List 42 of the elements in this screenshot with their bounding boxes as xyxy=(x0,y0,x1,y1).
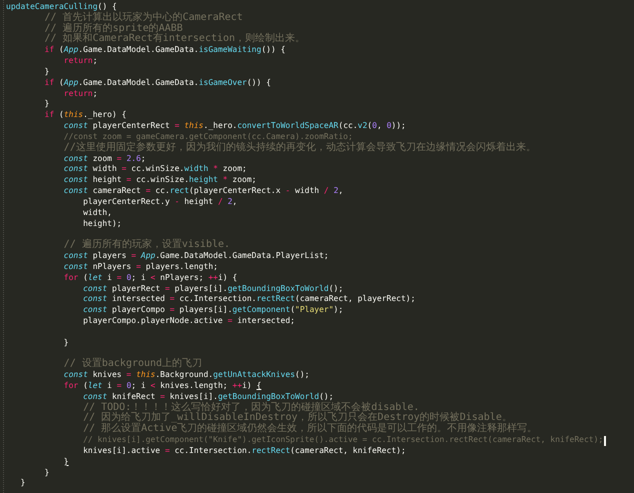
code-line: if (App.Game.DataModel.GameData.isGameWaiting()) { xyxy=(44,45,286,56)
code-line: // 首先计算出以玩家为中心的CameraRect xyxy=(44,12,243,23)
code-line: // 设置background上的飞刀 xyxy=(64,359,202,370)
code-line: } xyxy=(44,468,50,478)
code-line: // 那么设置Active飞刀的碰撞区域仍然会生效，所以下面的代码是可以工作的。不用像注释那样写。 xyxy=(83,424,538,436)
code-line: return; xyxy=(64,56,98,67)
code-line: // knives[i].getComponent("Knife").getIconSprite().active = cc.Intersection.rectRect(cameraRect, knifeRect); xyxy=(83,435,604,446)
code-line: // 遍历所有的sprite的AABB xyxy=(44,24,183,34)
code-line: const nPlayers = players.length; xyxy=(64,262,218,273)
code-line: //const zoom = gameCamera.getComponent(cc.Camera).zoomRatio; xyxy=(64,132,353,142)
code-line: const zoom = 2.6; xyxy=(64,154,146,164)
code-line: width, xyxy=(83,208,112,219)
code-line: // TODO:！！！！这么写恰好对了，因为飞刀的碰撞区域不会被disable. xyxy=(83,402,420,413)
code-line: const knifeRect = knives[i].getBoundingBoxToWorld(); xyxy=(83,392,334,402)
code-line: const playerRect = players[i].getBoundingBoxToWorld(); xyxy=(83,284,344,294)
code-line: } xyxy=(64,338,69,349)
code-line: } xyxy=(20,478,26,490)
code-line: for (let i = 0; i < knives.length; ++i) { xyxy=(64,380,262,392)
code-line: if (this._hero) { xyxy=(44,110,126,122)
code-line: const knives = this.Background.getUnAttackKnives(); xyxy=(64,370,310,381)
code-line: } xyxy=(44,66,50,78)
code-line: updateCameraCulling() { xyxy=(6,2,117,12)
code-line: } xyxy=(44,99,50,110)
code-line: } xyxy=(64,456,69,468)
code-line: const cameraRect = cc.rect(playerCenterRect.x - width / 2, xyxy=(64,186,344,197)
code-line: for (let i = 0; i < nPlayers; ++i) { xyxy=(64,272,238,284)
code-line: playerCenterRect.y - height / 2, xyxy=(83,196,238,208)
code-line: // 遍历所有的玩家，设置visible. xyxy=(64,240,230,252)
code-line: const playerCenterRect = this._hero.convertToWorldSpaceAR(cc.v2(0, 0)); xyxy=(64,121,406,132)
code-line: // 因为给飞刀加了_willDisableInDestroy，所以飞刀只会在Destroy的时候被Disable。 xyxy=(83,413,512,424)
code-line: playerCompo.playerNode.active = intersected; xyxy=(83,316,295,327)
code-line: knives[i].active = cc.Intersection.rectRect(cameraRect, knifeRect); xyxy=(83,446,406,457)
code-line: if (App.Game.DataModel.GameData.isGameOver()) { xyxy=(44,78,271,89)
code-line: const players = App.Game.DataModel.GameData.PlayerList; xyxy=(64,251,329,262)
code-line: // 如果和CameraRect有intersection，则绘制出来。 xyxy=(44,34,306,46)
code-line: return; xyxy=(64,88,98,100)
code-line: const playerCompo = players[i].getComponent("Player"); xyxy=(83,305,344,316)
code-line: const width = cc.winSize.width * zoom; xyxy=(64,164,247,176)
code-line: const intersected = cc.Intersection.rectRect(cameraRect, playerRect); xyxy=(83,294,416,306)
code-line: height); xyxy=(83,218,122,230)
code-line: //这里使用固定参数更好，因为我们的镜头持续的再变化，动态计算会导致飞刀在边缘情况会闪烁着出来。 xyxy=(64,142,536,154)
code-line: const height = cc.winSize.height * zoom; xyxy=(64,175,256,186)
